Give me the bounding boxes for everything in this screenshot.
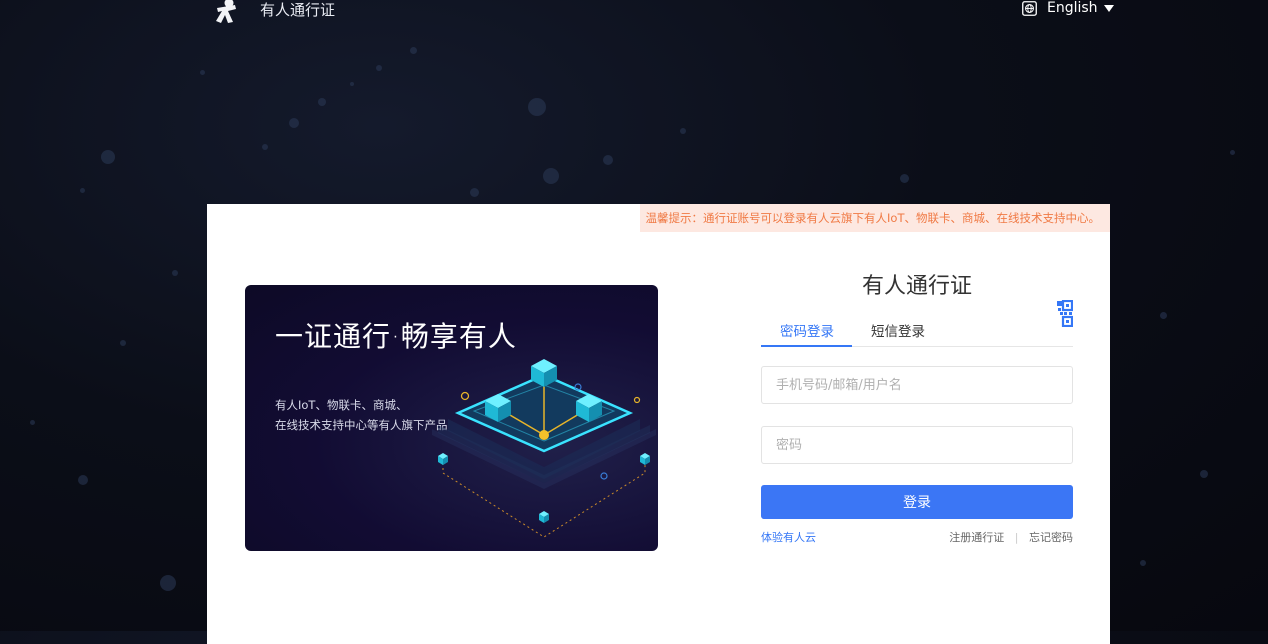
link-separator: | xyxy=(1014,531,1019,544)
password-input[interactable] xyxy=(761,426,1073,464)
banner-description: 有人IoT、物联卡、商城、 在线技术支持中心等有人旗下产品 xyxy=(275,395,448,435)
login-button[interactable]: 登录 xyxy=(761,485,1073,519)
caret-down-icon xyxy=(1103,4,1114,12)
brand-logo-icon[interactable] xyxy=(211,0,241,24)
top-header: 有人通行证 English xyxy=(0,0,1268,24)
qr-code-icon[interactable] xyxy=(1046,300,1073,327)
login-card: 温馨提示：通行证账号可以登录有人云旗下有人IoT、物联卡、商城、在线技术支持中心… xyxy=(207,204,1110,644)
isometric-network-illustration xyxy=(432,355,656,538)
forgot-password-link[interactable]: 忘记密码 xyxy=(1029,531,1073,544)
language-switcher[interactable]: English xyxy=(1022,0,1114,16)
account-links: 注册通行证 | 忘记密码 xyxy=(949,529,1073,545)
banner-desc-line: 有人IoT、物联卡、商城、 xyxy=(275,398,408,412)
tab-sms-login[interactable]: 短信登录 xyxy=(871,320,925,340)
notice-banner: 温馨提示：通行证账号可以登录有人云旗下有人IoT、物联卡、商城、在线技术支持中心… xyxy=(639,204,1110,232)
promo-banner: 一证通行·畅享有人 有人IoT、物联卡、商城、 在线技术支持中心等有人旗下产品 xyxy=(245,285,658,551)
username-input[interactable] xyxy=(761,366,1073,404)
login-form: 有人通行证 密码登录 短信登录 登录 体验有人云 注册 xyxy=(761,268,1073,549)
banner-desc-line: 在线技术支持中心等有人旗下产品 xyxy=(275,418,448,432)
language-label: English xyxy=(1047,0,1098,16)
try-cloud-link[interactable]: 体验有人云 xyxy=(761,529,816,545)
brand-name[interactable]: 有人通行证 xyxy=(260,0,335,20)
form-links: 体验有人云 注册通行证 | 忘记密码 xyxy=(761,529,1073,549)
register-link[interactable]: 注册通行证 xyxy=(949,531,1004,544)
active-tab-indicator xyxy=(761,345,852,347)
login-tabs: 密码登录 短信登录 xyxy=(761,300,1073,347)
tab-password-login[interactable]: 密码登录 xyxy=(780,320,834,340)
globe-icon xyxy=(1022,0,1037,16)
form-title: 有人通行证 xyxy=(861,274,972,299)
